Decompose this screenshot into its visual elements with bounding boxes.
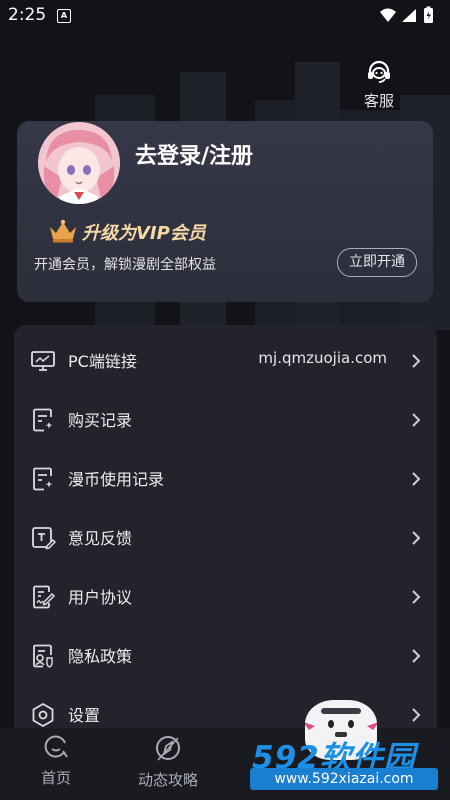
- compass-icon: [154, 736, 182, 766]
- home-icon: [43, 735, 69, 764]
- menu-item-privacy-policy[interactable]: 隐私政策: [14, 626, 437, 685]
- chevron-right-icon: [411, 353, 421, 373]
- site-watermark: 592软件园 www.592xiazai.com: [240, 722, 450, 800]
- crown-icon: [48, 218, 78, 248]
- login-register-link[interactable]: 去登录/注册: [135, 138, 253, 170]
- purchase-record-icon: [30, 407, 56, 433]
- pc-link-url: mj.qmzuojia.com: [258, 349, 387, 367]
- user-agreement-icon: [30, 584, 56, 610]
- menu-item-label: PC端链接: [68, 352, 137, 371]
- monitor-icon: [30, 348, 56, 374]
- menu-item-user-agreement[interactable]: 用户协议: [14, 567, 437, 626]
- vip-upgrade-title: 升级为VIP会员: [82, 223, 206, 244]
- avatar[interactable]: [38, 122, 120, 204]
- signal-icon: [402, 9, 416, 22]
- menu-item-label: 用户协议: [68, 588, 133, 607]
- menu-item-pc-link[interactable]: PC端链接 mj.qmzuojia.com: [14, 331, 437, 390]
- headset-icon: [365, 60, 393, 88]
- menu-item-label: 购买记录: [68, 411, 133, 430]
- activate-vip-button[interactable]: 立即开通: [337, 248, 417, 277]
- menu-item-label: 漫币使用记录: [68, 470, 165, 489]
- menu-item-purchase-record[interactable]: 购买记录: [14, 390, 437, 449]
- menu-item-feedback[interactable]: 意见反馈: [14, 508, 437, 567]
- nav-label: 动态攻略: [137, 771, 198, 789]
- feedback-icon: [30, 525, 57, 551]
- nav-item-home[interactable]: 首页: [30, 734, 82, 788]
- nav-label: 首页: [40, 769, 71, 787]
- chevron-right-icon: [411, 648, 421, 668]
- profile-card: 去登录/注册 升级为VIP会员 开通会员，解锁漫剧全部权益 立即开通: [17, 121, 433, 302]
- battery-icon: [424, 6, 433, 23]
- status-time: 2:25: [8, 5, 47, 25]
- wifi-icon: [380, 8, 396, 22]
- status-icons: [378, 6, 440, 30]
- watermark-url: www.592xiazai.com: [250, 768, 438, 790]
- status-bar: 2:25 A: [0, 0, 450, 32]
- chevron-right-icon: [411, 530, 421, 550]
- nav-item-dynamic-guide[interactable]: 动态攻略: [130, 734, 206, 790]
- menu-panel: PC端链接 mj.qmzuojia.com 购买记录 漫币使用记录 意见反馈 用…: [14, 325, 437, 745]
- vip-description: 开通会员，解锁漫剧全部权益: [34, 257, 216, 273]
- menu-item-label: 隐私政策: [68, 647, 133, 666]
- chevron-right-icon: [411, 471, 421, 491]
- chevron-right-icon: [411, 412, 421, 432]
- menu-item-label: 设置: [68, 706, 101, 725]
- privacy-policy-icon: [30, 643, 56, 669]
- customer-service-label: 客服: [363, 92, 394, 110]
- settings-icon: [30, 702, 56, 728]
- status-indicator: A: [57, 9, 71, 23]
- customer-service-button[interactable]: 客服: [354, 60, 404, 111]
- chevron-right-icon: [411, 589, 421, 609]
- coin-record-icon: [30, 466, 56, 492]
- menu-item-coin-record[interactable]: 漫币使用记录: [14, 449, 437, 508]
- menu-item-label: 意见反馈: [68, 529, 133, 548]
